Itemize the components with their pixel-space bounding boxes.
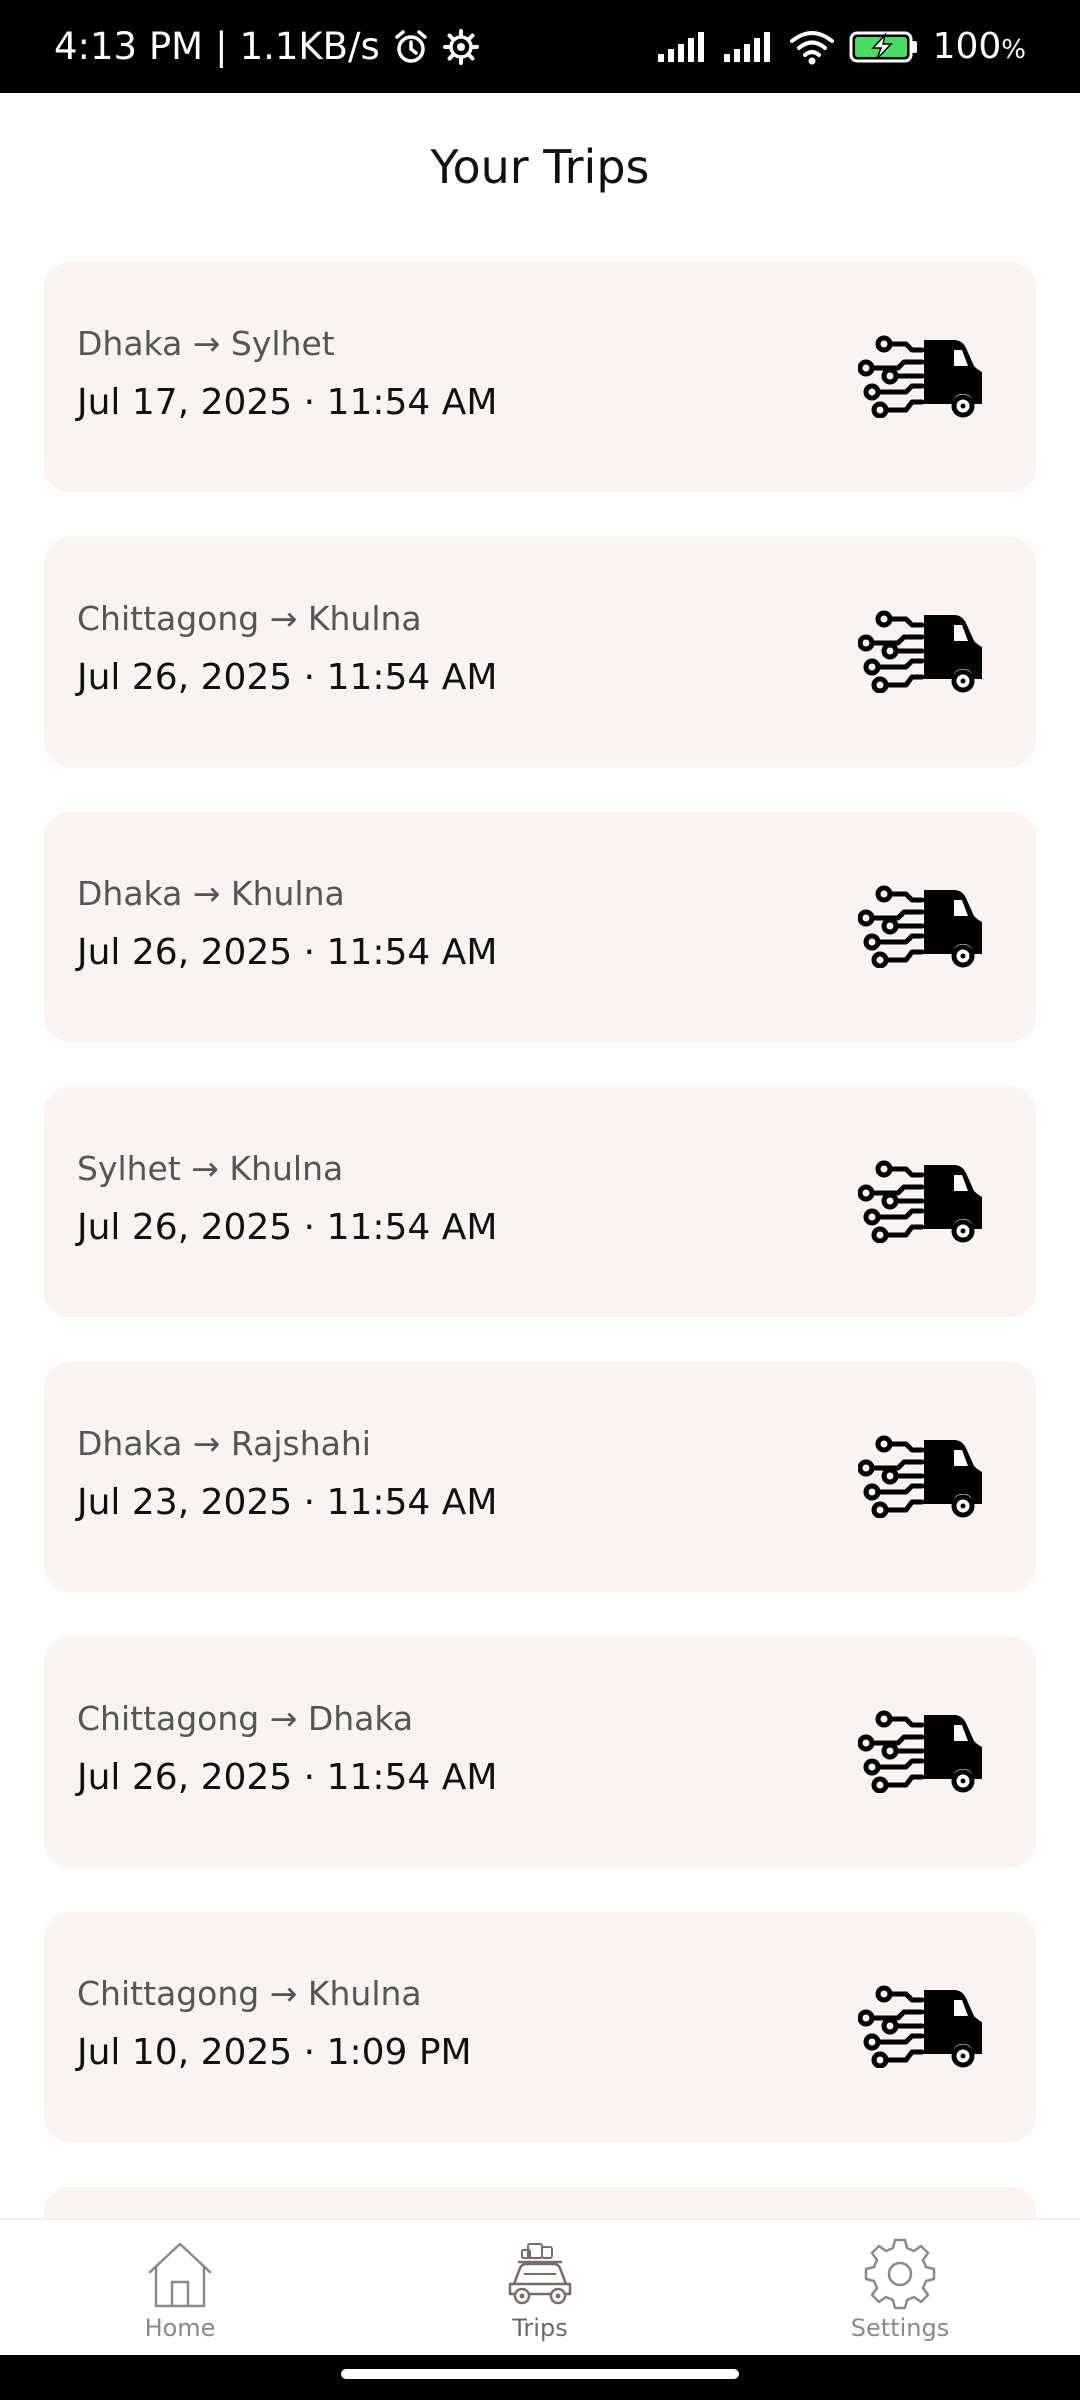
trip-datetime: Jul 26, 2025 · 11:54 AM [77,657,497,698]
trip-dot-separator: · [303,2032,316,2073]
delivery-truck-icon [857,1432,984,1519]
nav-label-trips: Trips [512,2314,568,2342]
system-navigation-bar [0,2355,1080,2400]
trip-datetime: Jul 23, 2025 · 11:54 AM [77,1482,497,1523]
trip-dot-separator: · [303,382,316,423]
trip-datetime: Jul 26, 2025 · 11:54 AM [77,1757,497,1798]
trip-dot-separator: · [303,1757,316,1798]
trip-time: 1:09 PM [326,2032,472,2073]
battery-charging-icon [849,29,919,65]
trip-card[interactable]: Chittagong → Dhaka Jul 26, 2025 · 11:54 … [44,1637,1036,1867]
signal-icon [723,30,775,64]
nav-item-trips[interactable]: Trips [360,2220,720,2357]
trip-datetime: Jul 26, 2025 · 11:54 AM [77,932,497,973]
trip-date: Jul 26, 2025 [77,1207,293,1248]
nav-item-settings[interactable]: Settings [720,2220,1080,2357]
trip-time: 11:54 AM [326,657,498,698]
trip-list[interactable]: Dhaka → Sylhet Jul 17, 2025 · 11:54 AM C… [44,262,1036,2400]
trip-card[interactable]: Sylhet → Khulna Jul 26, 2025 · 11:54 AM [44,1087,1036,1317]
trip-datetime: Jul 17, 2025 · 11:54 AM [77,382,497,423]
nav-label-settings: Settings [850,2314,950,2342]
trip-time: 11:54 AM [326,382,498,423]
trip-card[interactable]: Dhaka → Sylhet Jul 17, 2025 · 11:54 AM [44,262,1036,492]
trip-time: 11:54 AM [326,1482,498,1523]
trip-route: Dhaka → Sylhet [77,324,335,363]
trip-datetime: Jul 10, 2025 · 1:09 PM [77,2032,472,2073]
home-indicator[interactable] [341,2369,739,2379]
trip-route: Sylhet → Khulna [77,1149,344,1188]
trip-card[interactable]: Dhaka → Khulna Jul 26, 2025 · 11:54 AM [44,812,1036,1042]
status-bar: 4:13 PM | 1.1KB/s 100% [0,0,1080,93]
delivery-truck-icon [857,1707,984,1794]
nav-item-home[interactable]: Home [0,2220,360,2357]
trip-route: Chittagong → Khulna [77,599,422,638]
status-time: 4:13 PM [54,25,204,68]
delivery-truck-icon [857,332,984,419]
trip-dot-separator: · [303,932,316,973]
bottom-nav: Home Trips Settings [0,2218,1080,2357]
trip-time: 11:54 AM [326,1207,498,1248]
trip-date: Jul 17, 2025 [77,382,293,423]
delivery-truck-icon [857,882,984,969]
trip-dot-separator: · [303,657,316,698]
trip-time: 11:54 AM [326,1757,498,1798]
trip-datetime: Jul 26, 2025 · 11:54 AM [77,1207,497,1248]
delivery-truck-icon [857,607,984,694]
trip-card[interactable]: Chittagong → Khulna Jul 26, 2025 · 11:54… [44,537,1036,767]
trip-date: Jul 23, 2025 [77,1482,293,1523]
trip-date: Jul 10, 2025 [77,2032,293,2073]
delivery-truck-icon [857,1982,984,2069]
delivery-truck-icon [857,1157,984,1244]
trip-date: Jul 26, 2025 [77,1757,293,1798]
signal-icon [657,30,709,64]
trip-dot-separator: · [303,1207,316,1248]
car-luggage-icon [504,2238,576,2310]
trip-dot-separator: · [303,1482,316,1523]
settings-gear-icon [442,28,480,66]
status-net-speed: 1.1KB/s [239,25,380,68]
status-right: 100% [657,26,1026,67]
trip-date: Jul 26, 2025 [77,657,293,698]
trip-time: 11:54 AM [326,932,498,973]
trip-card[interactable]: Dhaka → Rajshahi Jul 23, 2025 · 11:54 AM [44,1362,1036,1592]
trip-route: Chittagong → Dhaka [77,1699,414,1738]
nav-label-home: Home [144,2314,216,2342]
page-title: Your Trips [430,140,650,194]
trip-route: Dhaka → Rajshahi [77,1424,371,1463]
battery-percent-sign: % [1001,35,1026,65]
wifi-icon [789,29,835,65]
battery-percent: 100 [932,26,1002,67]
trip-route: Dhaka → Khulna [77,874,345,913]
status-separator: | [215,25,228,68]
alarm-icon [392,28,430,66]
trip-date: Jul 26, 2025 [77,932,293,973]
status-left: 4:13 PM | 1.1KB/s [54,25,480,68]
gear-icon [864,2238,936,2310]
app-screen: 4:13 PM | 1.1KB/s 100% Your Trips Dhaka … [0,0,1080,2400]
home-icon [144,2238,216,2310]
trip-route: Chittagong → Khulna [77,1974,422,2013]
trip-card[interactable]: Chittagong → Khulna Jul 10, 2025 · 1:09 … [44,1912,1036,2142]
